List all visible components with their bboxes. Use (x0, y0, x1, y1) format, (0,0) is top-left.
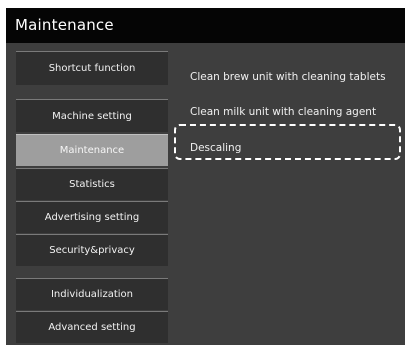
clean-brew-unit-option[interactable]: Clean brew unit with cleaning tablets (190, 71, 386, 83)
page-title: Maintenance (15, 16, 114, 34)
clean-milk-unit-option[interactable]: Clean milk unit with cleaning agent (190, 106, 376, 118)
option-label: Clean brew unit with cleaning tablets (190, 71, 386, 83)
sidebar-item-advertising-setting[interactable]: Advertising setting (16, 201, 168, 233)
sidebar-item-label: Advanced setting (48, 322, 136, 333)
sidebar-item-security-privacy[interactable]: Security&privacy (16, 234, 168, 266)
maintenance-options: Clean brew unit with cleaning tablets Cl… (174, 51, 405, 311)
maintenance-screen: Maintenance Shortcut function Machine se… (6, 8, 405, 345)
title-bar: Maintenance (6, 8, 405, 43)
sidebar-item-label: Advertising setting (44, 212, 140, 223)
descaling-focus-outline (174, 124, 401, 160)
option-label: Clean milk unit with cleaning agent (190, 106, 377, 118)
sidebar-item-shortcut-function[interactable]: Shortcut function (16, 51, 168, 85)
sidebar-item-machine-setting[interactable]: Machine setting (16, 99, 168, 132)
sidebar-item-advanced-setting[interactable]: Advanced setting (16, 311, 168, 343)
sidebar-item-label: Security&privacy (49, 245, 135, 256)
sidebar-item-label: Machine setting (52, 110, 132, 122)
settings-sidebar: Shortcut function Machine setting Mainte… (16, 51, 168, 345)
sidebar-item-label: Maintenance (59, 145, 125, 156)
sidebar-item-label: Individualization (50, 289, 133, 300)
sidebar-item-individualization[interactable]: Individualization (16, 278, 168, 310)
sidebar-item-maintenance[interactable]: Maintenance (16, 134, 168, 166)
sidebar-item-label: Shortcut function (48, 63, 136, 74)
sidebar-item-label: Statistics (69, 179, 115, 190)
sidebar-item-statistics[interactable]: Statistics (16, 168, 168, 200)
